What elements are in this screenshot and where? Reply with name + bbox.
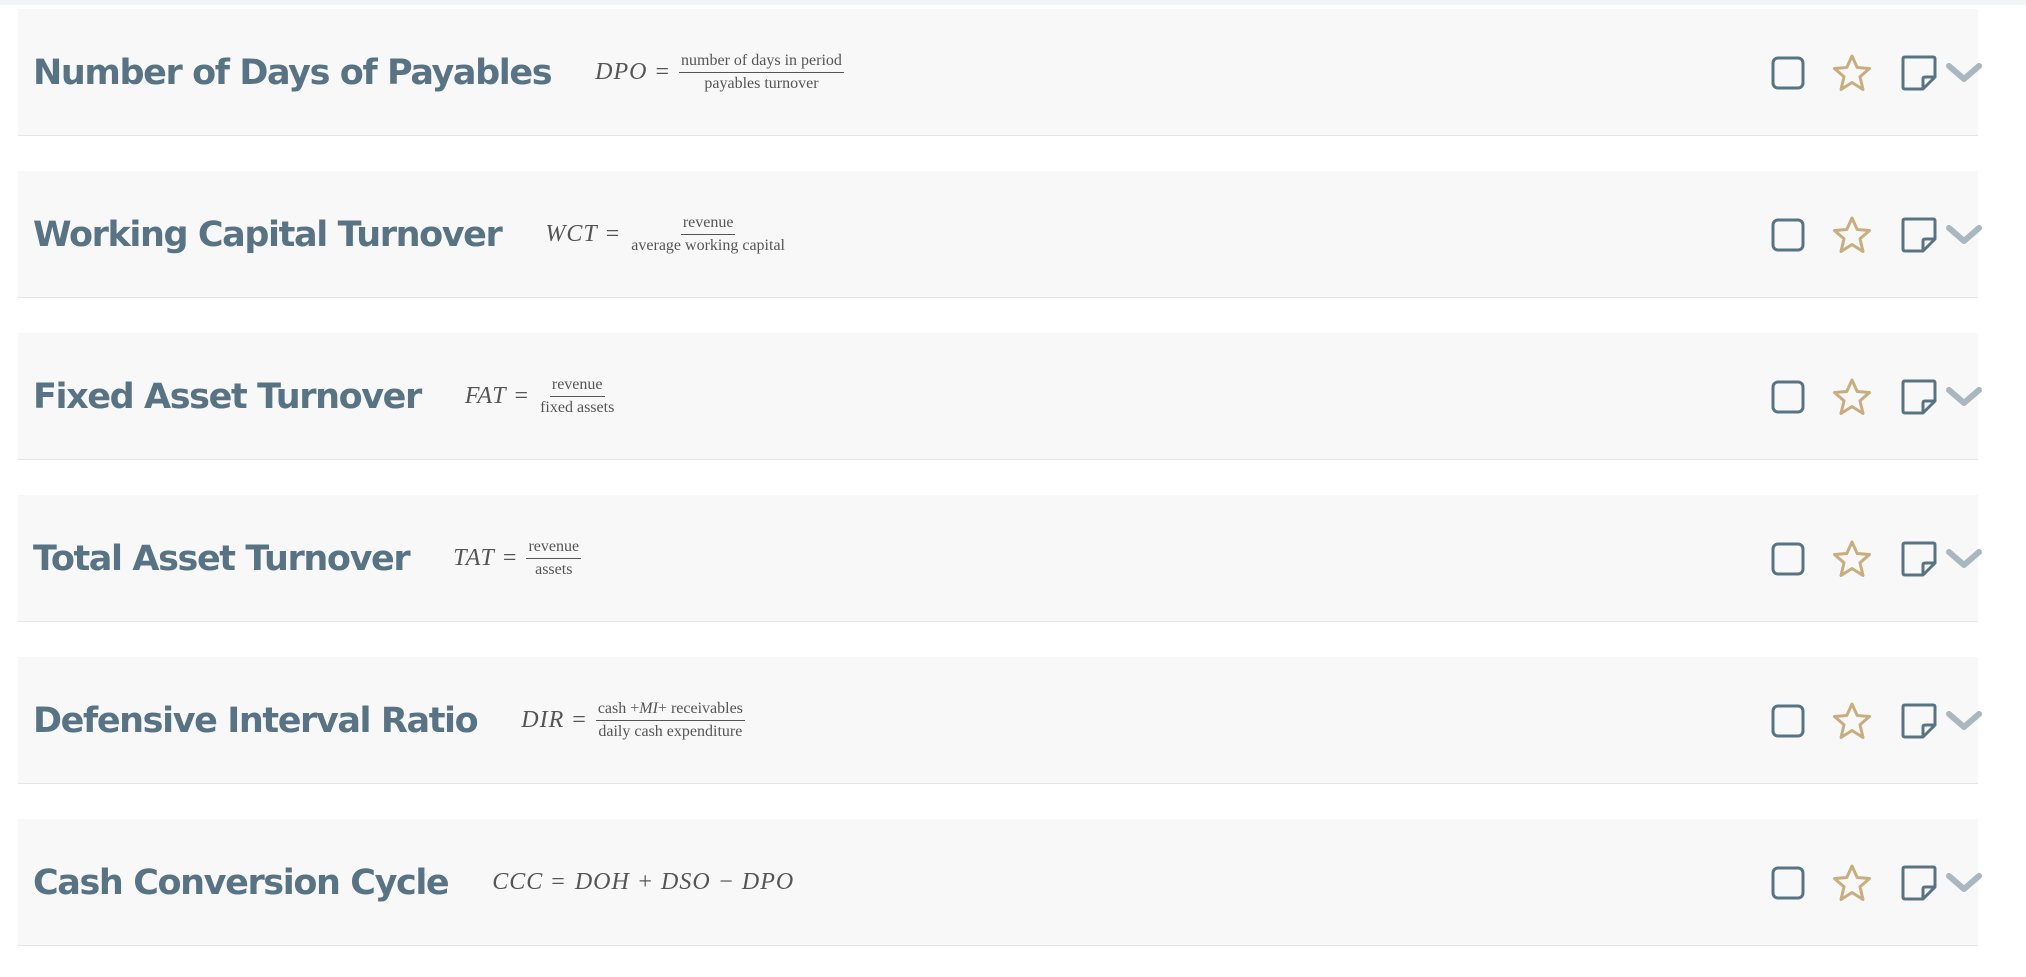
- star-icon[interactable]: [1831, 539, 1873, 579]
- numerator-part-italic: MI: [639, 700, 658, 717]
- star-icon[interactable]: [1831, 53, 1873, 93]
- chevron-down-icon[interactable]: [1944, 546, 1984, 572]
- chevron-down-icon[interactable]: [1944, 60, 1984, 86]
- fraction-denominator: assets: [535, 561, 573, 578]
- formula-card-ccc: Cash Conversion Cycle CCC = DOH + DSO − …: [18, 819, 1982, 946]
- formula: FAT = revenue fixed assets: [465, 376, 616, 417]
- equals-sign: =: [655, 59, 670, 85]
- formula-lhs: DPO: [595, 59, 648, 85]
- formula-fraction: cash +MI+ receivables daily cash expendi…: [595, 700, 745, 741]
- note-icon[interactable]: [1899, 863, 1939, 903]
- card-actions: [1678, 171, 1982, 298]
- card-header: Fixed Asset Turnover FAT = revenue fixed…: [33, 333, 616, 460]
- card-title: Working Capital Turnover: [33, 214, 503, 255]
- note-icon[interactable]: [1899, 215, 1939, 255]
- equals-sign: =: [572, 707, 586, 733]
- star-icon[interactable]: [1831, 863, 1873, 903]
- fraction-denominator: average working capital: [631, 237, 785, 254]
- fraction-numerator: revenue: [549, 376, 605, 397]
- formula: WCT = revenue average working capital: [545, 214, 787, 255]
- checkbox-icon[interactable]: [1771, 56, 1805, 90]
- card-title: Number of Days of Payables: [33, 52, 553, 93]
- formula-card-dpo: Number of Days of Payables DPO = number …: [18, 9, 1982, 136]
- card-header: Total Asset Turnover TAT = revenue asset…: [33, 495, 582, 622]
- equals-sign: =: [605, 221, 620, 247]
- numerator-part: cash +: [597, 700, 640, 717]
- card-actions: [1678, 819, 1982, 946]
- card-header: Working Capital Turnover WCT = revenue a…: [33, 171, 787, 298]
- equals-sign: =: [551, 869, 565, 895]
- card-actions: [1678, 9, 1982, 136]
- star-icon[interactable]: [1831, 701, 1873, 741]
- formula: CCC = DOH + DSO − DPO: [492, 869, 794, 896]
- formula-rhs: DOH + DSO − DPO: [574, 869, 795, 895]
- formula-lhs: CCC: [492, 869, 544, 895]
- formula-card-wct: Working Capital Turnover WCT = revenue a…: [18, 171, 1982, 298]
- formula-card-fat: Fixed Asset Turnover FAT = revenue fixed…: [18, 333, 1982, 460]
- card-title: Defensive Interval Ratio: [33, 700, 479, 741]
- fraction-numerator: revenue: [680, 214, 736, 235]
- note-icon[interactable]: [1899, 53, 1939, 93]
- numerator-part: + receivables: [657, 700, 743, 717]
- fraction-numerator: number of days in period: [679, 52, 844, 73]
- chevron-down-icon[interactable]: [1944, 708, 1984, 734]
- checkbox-icon[interactable]: [1771, 704, 1805, 738]
- formula: DIR = cash +MI+ receivables daily cash e…: [521, 700, 745, 741]
- formula-lhs: WCT: [545, 221, 598, 247]
- equals-sign: =: [514, 383, 529, 409]
- fraction-denominator: fixed assets: [540, 399, 615, 416]
- formula: DPO = number of days in period payables …: [595, 52, 844, 93]
- formula-fraction: revenue assets: [526, 538, 582, 579]
- formula-lhs: FAT: [464, 383, 507, 409]
- card-header: Number of Days of Payables DPO = number …: [33, 9, 844, 136]
- card-header: Cash Conversion Cycle CCC = DOH + DSO − …: [33, 819, 794, 946]
- fraction-numerator: cash +MI+ receivables: [595, 700, 745, 721]
- equals-sign: =: [502, 545, 517, 571]
- note-icon[interactable]: [1899, 539, 1939, 579]
- checkbox-icon[interactable]: [1771, 218, 1805, 252]
- top-divider: [0, 0, 2026, 5]
- formula-fraction: revenue fixed assets: [538, 376, 616, 417]
- note-icon[interactable]: [1899, 701, 1939, 741]
- formula-fraction: revenue average working capital: [629, 214, 787, 255]
- fraction-numerator: revenue: [526, 538, 582, 559]
- formula-lhs: TAT: [453, 545, 495, 571]
- card-header: Defensive Interval Ratio DIR = cash +MI+…: [33, 657, 745, 784]
- formula-fraction: number of days in period payables turnov…: [679, 52, 844, 93]
- fraction-denominator: daily cash expenditure: [598, 723, 743, 740]
- formula-card-tat: Total Asset Turnover TAT = revenue asset…: [18, 495, 1982, 622]
- star-icon[interactable]: [1831, 377, 1873, 417]
- card-actions: [1678, 333, 1982, 460]
- card-actions: [1678, 495, 1982, 622]
- chevron-down-icon[interactable]: [1944, 222, 1984, 248]
- formula-lhs: DIR: [521, 707, 565, 733]
- formula-card-dir: Defensive Interval Ratio DIR = cash +MI+…: [18, 657, 1982, 784]
- fraction-denominator: payables turnover: [704, 75, 819, 92]
- card-title: Total Asset Turnover: [33, 538, 411, 579]
- chevron-down-icon[interactable]: [1944, 870, 1984, 896]
- card-title: Cash Conversion Cycle: [33, 862, 450, 903]
- card-actions: [1678, 657, 1982, 784]
- checkbox-icon[interactable]: [1771, 866, 1805, 900]
- note-icon[interactable]: [1899, 377, 1939, 417]
- star-icon[interactable]: [1831, 215, 1873, 255]
- formula: TAT = revenue assets: [453, 538, 582, 579]
- card-title: Fixed Asset Turnover: [33, 376, 422, 417]
- chevron-down-icon[interactable]: [1944, 384, 1984, 410]
- checkbox-icon[interactable]: [1771, 542, 1805, 576]
- checkbox-icon[interactable]: [1771, 380, 1805, 414]
